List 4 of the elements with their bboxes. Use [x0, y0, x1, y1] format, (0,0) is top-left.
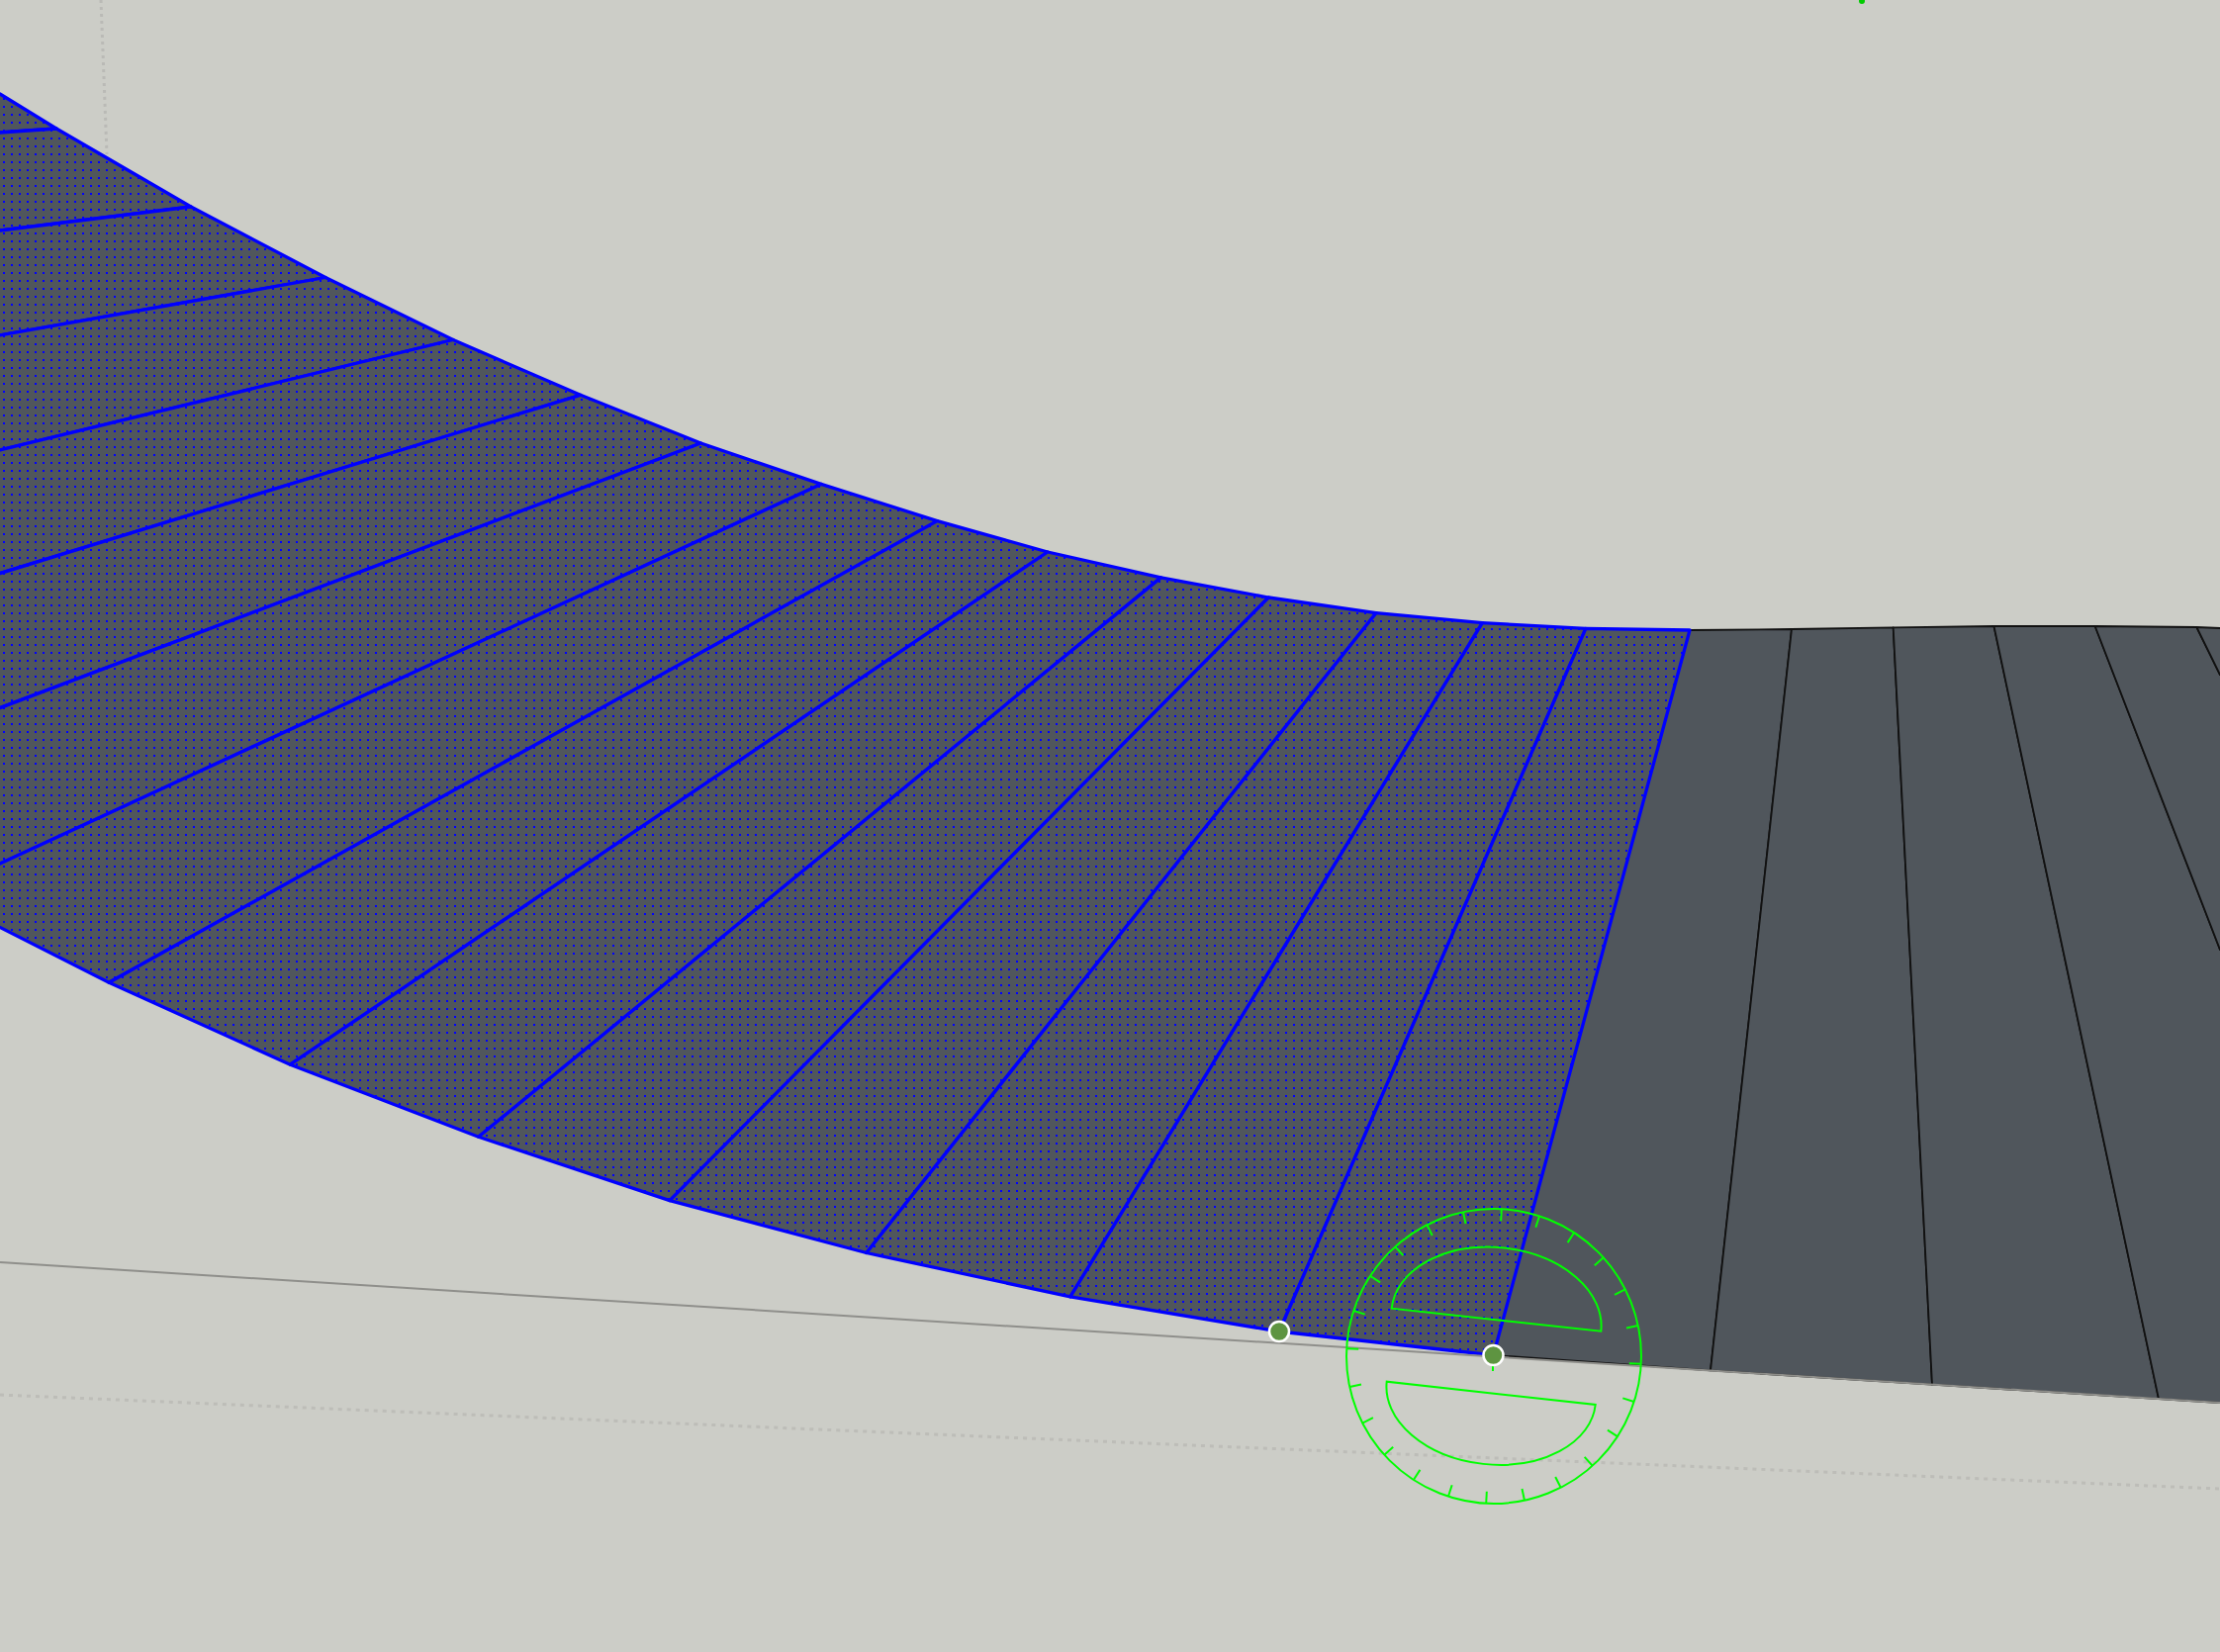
point-marker-icon	[1267, 1320, 1291, 1343]
point-icon	[1859, 0, 1865, 4]
point-marker-icon	[1482, 1343, 1505, 1367]
protractor-icon	[1345, 1208, 1642, 1505]
